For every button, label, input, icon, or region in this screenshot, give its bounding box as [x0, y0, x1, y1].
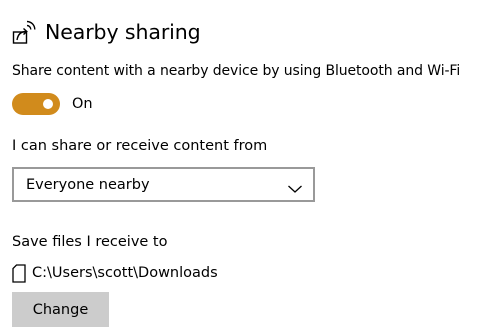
nearby-sharing-icon [12, 19, 36, 45]
nearby-sharing-toggle-row: On [12, 93, 93, 115]
page-title: Nearby sharing [45, 20, 201, 44]
chevron-down-icon [287, 179, 303, 193]
share-from-label: I can share or receive content from [12, 138, 268, 154]
nearby-sharing-toggle[interactable] [12, 93, 60, 115]
page-header: Nearby sharing [12, 14, 201, 50]
toggle-state-label: On [72, 96, 93, 112]
sharing-description: Share content with a nearby device by us… [12, 63, 461, 79]
document-icon [12, 263, 26, 283]
change-location-button[interactable]: Change [12, 292, 109, 327]
share-from-dropdown[interactable]: Everyone nearby [12, 167, 315, 202]
share-from-selected-value: Everyone nearby [26, 176, 150, 193]
toggle-knob [43, 99, 53, 109]
save-location-label: Save files I receive to [12, 234, 168, 250]
save-location-path: C:\Users\scott\Downloads [32, 265, 218, 281]
save-location-row: C:\Users\scott\Downloads [12, 262, 218, 284]
